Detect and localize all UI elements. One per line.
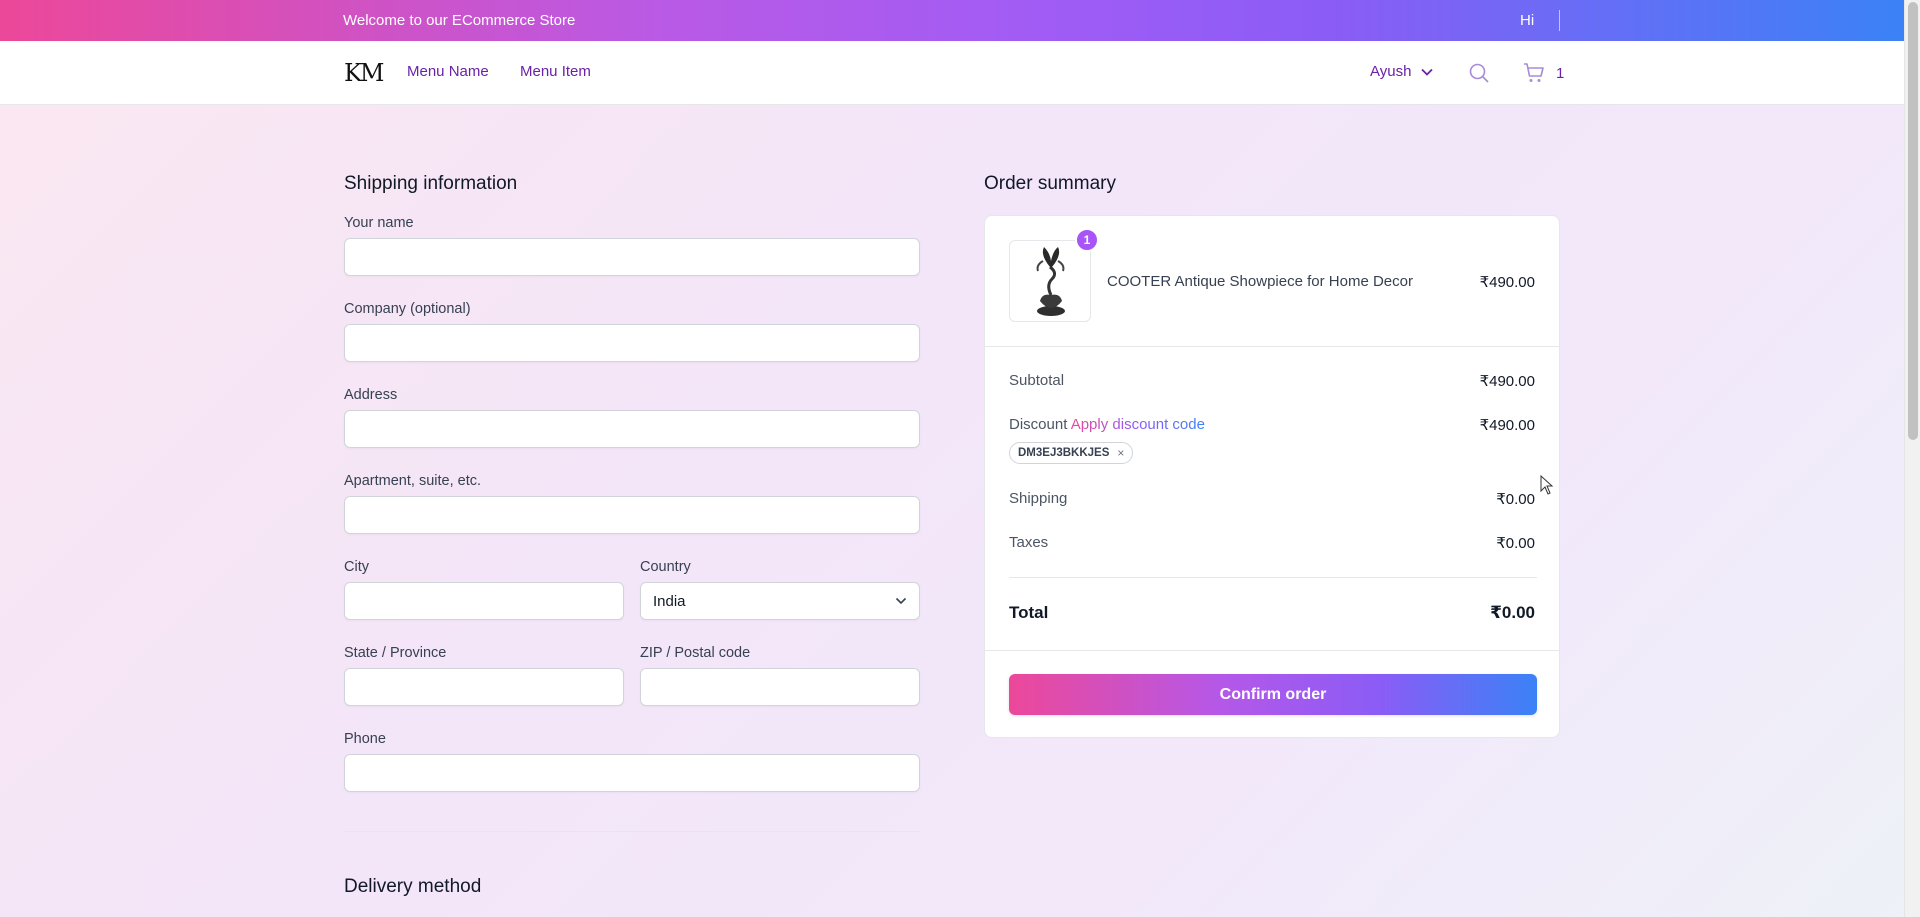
- delivery-title: Delivery method: [344, 876, 482, 897]
- cart-count: 1: [1556, 64, 1565, 82]
- cart-button[interactable]: 1: [1522, 61, 1564, 85]
- discount-row: Discount Apply discount code: [1009, 416, 1205, 433]
- section-divider: [344, 831, 920, 832]
- product-image: [1009, 240, 1091, 322]
- user-name: Ayush: [1370, 63, 1412, 80]
- quantity-badge: 1: [1075, 228, 1099, 252]
- total-label: Total: [1009, 603, 1049, 622]
- state-input[interactable]: [344, 668, 624, 706]
- country-label: Country: [640, 559, 691, 575]
- company-input[interactable]: [344, 324, 920, 362]
- summary-divider: [985, 346, 1559, 347]
- city-input[interactable]: [344, 582, 624, 620]
- nav-link-menu-item[interactable]: Menu Item: [520, 63, 591, 80]
- total-value: ₹0.00: [1490, 603, 1535, 622]
- topbar-divider: [1559, 10, 1560, 31]
- address-label: Address: [344, 387, 398, 403]
- page-scrollbar[interactable]: [1904, 0, 1920, 917]
- mouse-cursor-icon: [1540, 475, 1554, 495]
- phone-input[interactable]: [344, 754, 920, 792]
- zip-label: ZIP / Postal code: [640, 645, 751, 661]
- name-input[interactable]: [344, 238, 920, 276]
- promo-bar: Welcome to our ECommerce Store Hi: [0, 0, 1904, 41]
- shipping-title: Shipping information: [344, 173, 518, 194]
- apartment-input[interactable]: [344, 496, 920, 534]
- chevron-down-icon: [1421, 68, 1434, 76]
- search-icon[interactable]: [1467, 61, 1491, 85]
- country-selected-value: India: [653, 592, 686, 610]
- product-price: ₹490.00: [1479, 274, 1535, 291]
- product-name: COOTER Antique Showpiece for Home Decor: [1107, 273, 1413, 290]
- remove-code-icon[interactable]: ×: [1117, 446, 1124, 460]
- subtotal-value: ₹490.00: [1479, 373, 1535, 390]
- confirm-order-button[interactable]: Confirm order: [1009, 674, 1537, 715]
- address-input[interactable]: [344, 410, 920, 448]
- state-label: State / Province: [344, 645, 447, 661]
- shipping-value: ₹0.00: [1496, 491, 1535, 508]
- discount-code-chip: DM3EJ3BKKJES ×: [1009, 442, 1134, 464]
- discount-label: Discount: [1009, 416, 1068, 433]
- scrollbar-thumb[interactable]: [1908, 2, 1918, 440]
- order-summary-card: 1 COOTER Antique Showpiece for Home Deco…: [984, 215, 1560, 738]
- cart-icon: [1524, 63, 1544, 82]
- order-summary-title: Order summary: [984, 173, 1116, 194]
- store-logo[interactable]: KM: [344, 59, 384, 87]
- name-label: Your name: [344, 215, 414, 231]
- company-label: Company (optional): [344, 301, 471, 317]
- summary-footer-divider: [985, 650, 1559, 651]
- discount-code: DM3EJ3BKKJES: [1018, 447, 1110, 459]
- chevron-down-icon: [895, 597, 907, 605]
- apply-discount-link[interactable]: Apply discount code: [1071, 416, 1205, 433]
- discount-value: ₹490.00: [1479, 417, 1535, 434]
- user-menu[interactable]: Ayush: [1370, 63, 1434, 80]
- zip-input[interactable]: [640, 668, 920, 706]
- taxes-label: Taxes: [1009, 534, 1049, 551]
- greeting-text: Hi: [1520, 12, 1535, 29]
- phone-label: Phone: [344, 731, 386, 747]
- taxes-value: ₹0.00: [1496, 535, 1535, 552]
- apartment-label: Apartment, suite, etc.: [344, 473, 482, 489]
- welcome-text: Welcome to our ECommerce Store: [343, 12, 576, 29]
- main-navbar: KM Menu Name Menu Item Ayush 1: [0, 41, 1904, 105]
- subtotal-label: Subtotal: [1009, 372, 1065, 389]
- country-select[interactable]: India: [640, 582, 920, 620]
- nav-link-menu-name[interactable]: Menu Name: [407, 63, 489, 80]
- city-label: City: [344, 559, 369, 575]
- total-divider: [1009, 577, 1537, 578]
- shipping-label: Shipping: [1009, 490, 1068, 507]
